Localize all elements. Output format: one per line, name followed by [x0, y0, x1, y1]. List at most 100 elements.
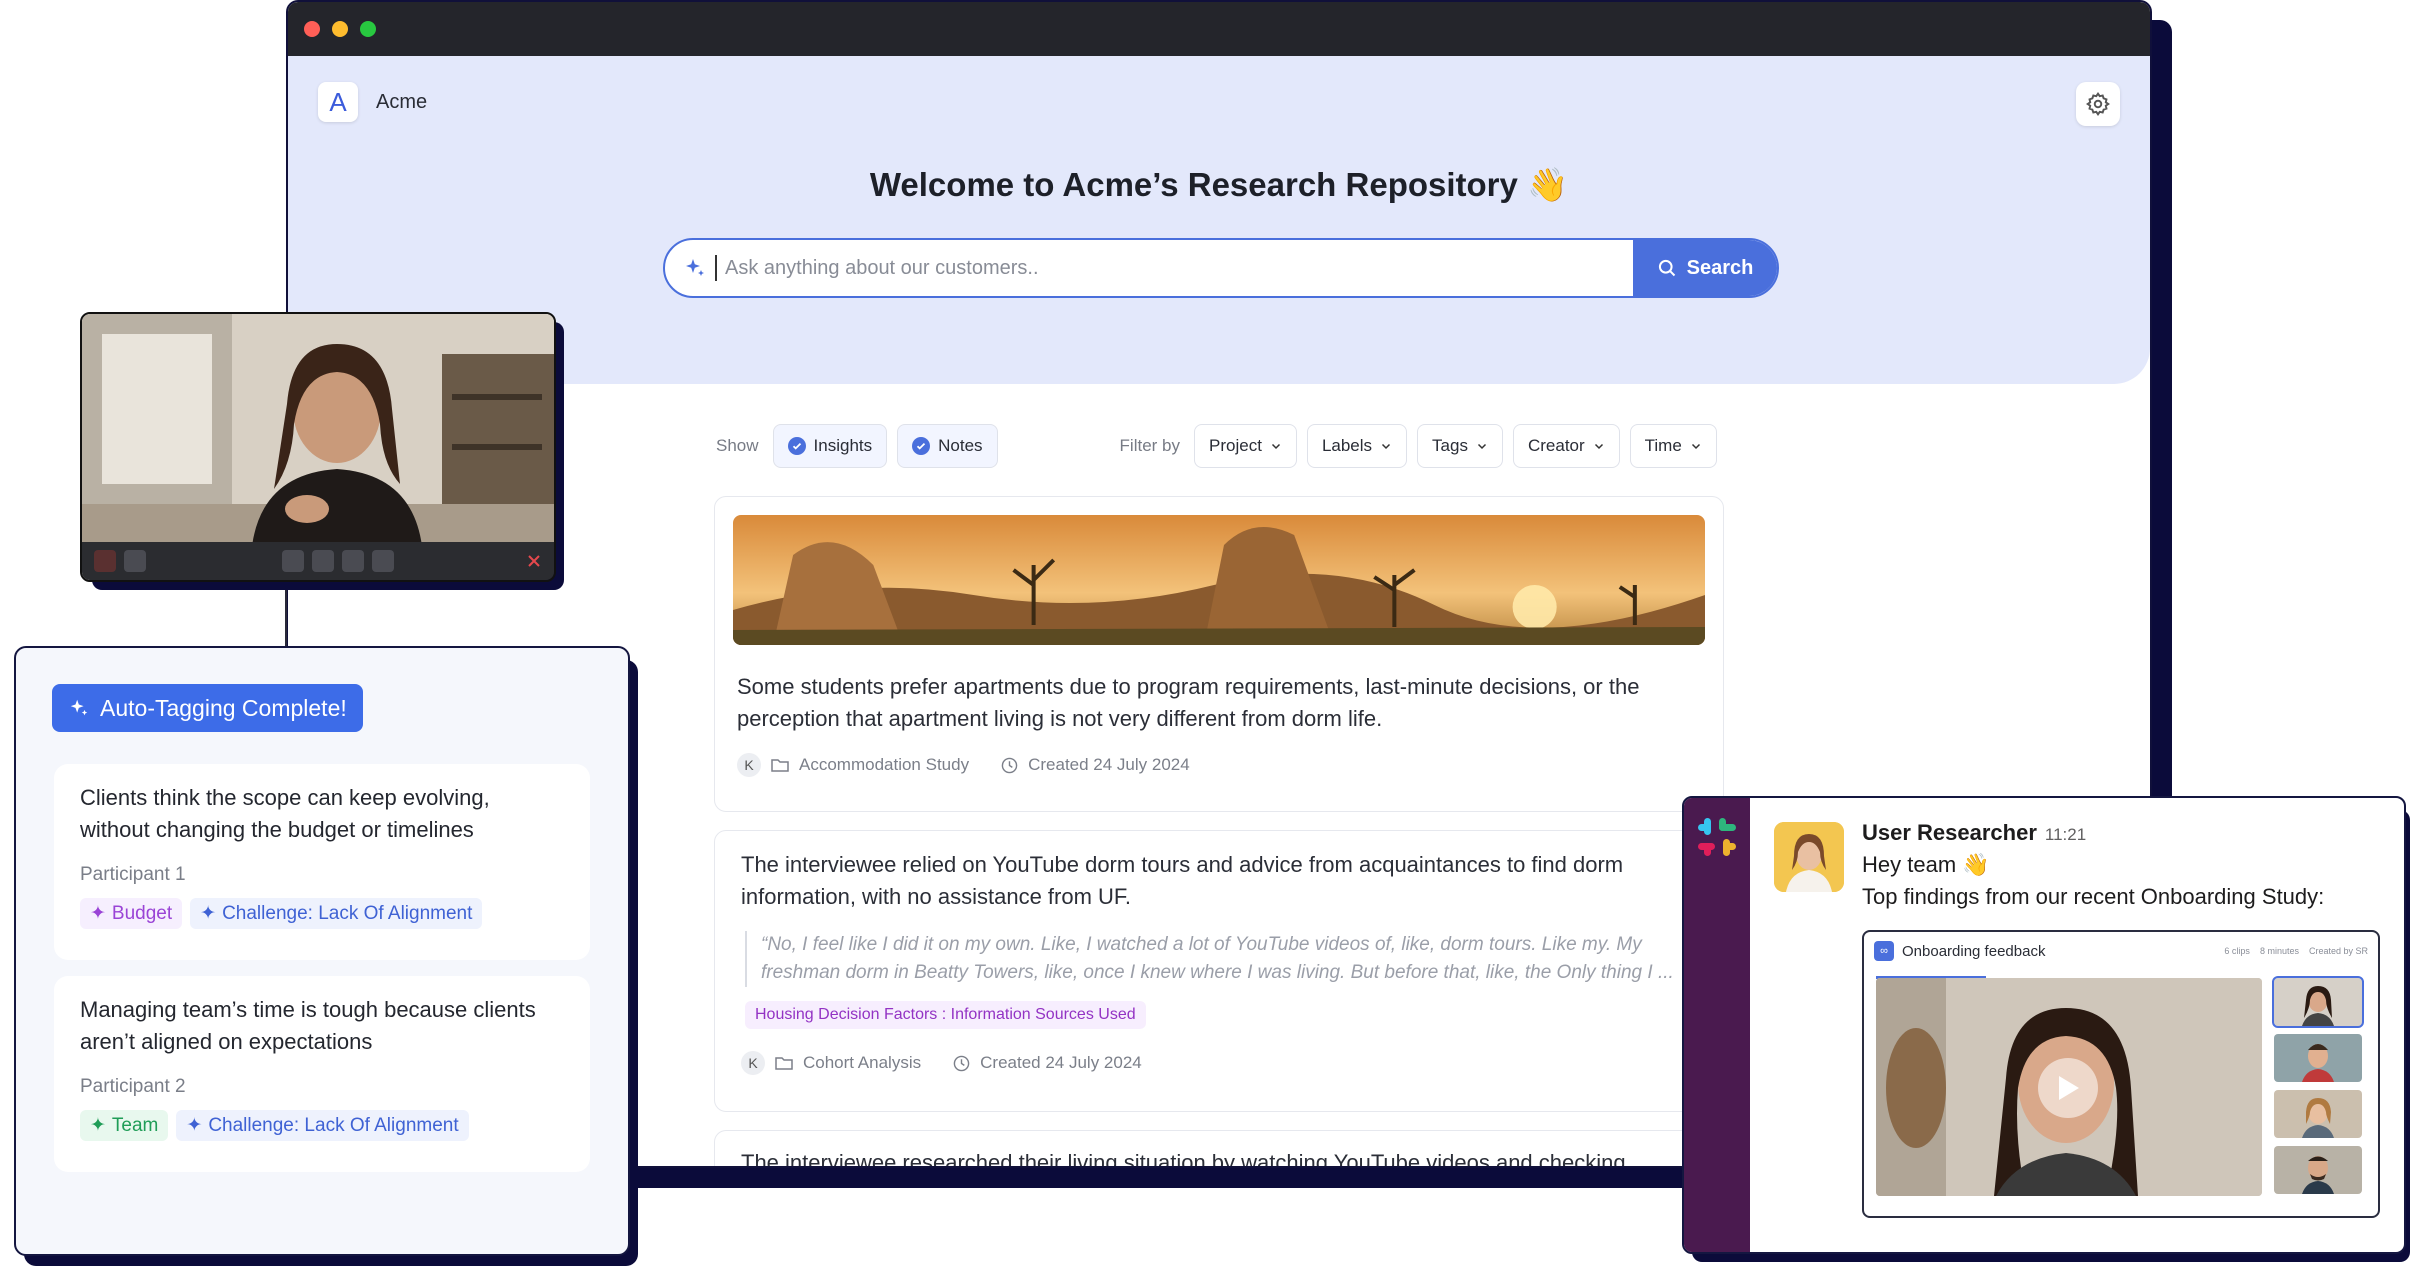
folder-icon — [771, 759, 789, 772]
created-date: Created 24 July 2024 — [980, 1053, 1142, 1072]
tagged-insight-card[interactable]: Managing team’s time is tough because cl… — [54, 976, 590, 1172]
slack-message-panel: User Researcher 11:21 Hey team 👋 Top fin… — [1682, 796, 2406, 1254]
video-embed-card[interactable]: ∞ Onboarding feedback 6 clips 8 minutes … — [1862, 930, 2380, 1218]
search-button[interactable]: Search — [1633, 240, 1777, 296]
note-quote: “No, I feel like I did it on my own. Lik… — [745, 931, 1697, 987]
avatar: K — [737, 753, 761, 777]
search-bar: Search — [663, 238, 1779, 298]
note-tag[interactable]: Housing Decision Factors : Information S… — [745, 1001, 1146, 1029]
insight-card-partial[interactable]: The interviewee researched their living … — [714, 1130, 1724, 1166]
search-button-label: Search — [1686, 256, 1754, 279]
sparkle-icon: ✦ — [200, 903, 217, 924]
insight-text: Some students prefer apartments due to p… — [737, 674, 1640, 731]
sparkle-icon: ✦ — [186, 1115, 203, 1136]
clip-thumbnail[interactable] — [2272, 976, 2364, 1028]
sparkle-icon: ✦ — [90, 903, 106, 924]
filter-by-label: Filter by — [1119, 436, 1181, 455]
embed-header: ∞ Onboarding feedback 6 clips 8 minutes … — [1864, 932, 2378, 970]
insight-text: Clients think the scope can keep evolvin… — [80, 785, 490, 842]
avatar[interactable] — [1774, 822, 1844, 892]
show-notes-toggle[interactable]: Notes — [897, 424, 998, 468]
message-author[interactable]: User Researcher — [1862, 820, 2037, 846]
filter-time-dropdown[interactable]: Time — [1629, 424, 1717, 468]
filter-labels-dropdown[interactable]: Labels — [1306, 424, 1408, 468]
clip-thumbnail[interactable] — [2274, 1090, 2362, 1138]
created-date: Created 24 July 2024 — [1028, 755, 1190, 774]
auto-tagging-label: Auto-Tagging Complete! — [100, 694, 347, 721]
project-name: Accommodation Study — [799, 755, 970, 774]
filter-tags-dropdown[interactable]: Tags — [1417, 424, 1503, 468]
clock-icon — [1001, 757, 1018, 773]
duration: 8 minutes — [2259, 946, 2299, 956]
tagged-insight-card[interactable]: Clients think the scope can keep evolvin… — [54, 764, 590, 960]
tag-list: ✦ Budget ✦ Challenge: Lack Of Alignment — [80, 898, 564, 929]
message-time[interactable]: 11:21 — [2045, 825, 2086, 845]
share-button[interactable] — [282, 550, 304, 572]
settings-button[interactable] — [2076, 82, 2120, 126]
maximize-window-button[interactable] — [360, 21, 376, 37]
close-window-button[interactable] — [304, 21, 320, 37]
sparkle-icon: ✦ — [90, 1115, 106, 1136]
filter-creator-label: Creator — [1527, 436, 1585, 455]
creator: Created by SR — [2308, 946, 2368, 956]
slack-logo-icon — [1698, 818, 1736, 856]
tag-team[interactable]: ✦ Team — [80, 1110, 169, 1141]
chevron-down-icon — [1477, 443, 1486, 450]
search-icon — [1658, 259, 1675, 277]
more-button[interactable] — [372, 550, 394, 572]
camera-button[interactable] — [124, 550, 146, 572]
participants-button[interactable] — [342, 550, 364, 572]
minimize-window-button[interactable] — [332, 21, 348, 37]
insight-text: The interviewee researched their living … — [741, 1150, 1626, 1166]
filter-creator-dropdown[interactable]: Creator — [1512, 424, 1620, 468]
chevron-down-icon — [1271, 443, 1280, 450]
tag-challenge-alignment[interactable]: ✦ Challenge: Lack Of Alignment — [176, 1110, 469, 1141]
embed-video-player[interactable] — [1876, 978, 2262, 1196]
chat-button[interactable] — [312, 550, 334, 572]
clock-icon — [953, 1055, 970, 1071]
video-controls — [82, 542, 554, 580]
message-header: User Researcher 11:21 — [1862, 820, 2086, 846]
folder-icon — [775, 1057, 793, 1070]
tag-label: Challenge: Lack Of Alignment — [208, 1114, 459, 1136]
project-name: Cohort Analysis — [803, 1053, 922, 1072]
window-titlebar — [288, 2, 2150, 56]
tag-challenge-alignment[interactable]: ✦ Challenge: Lack Of Alignment — [190, 898, 483, 929]
desert-landscape-image — [733, 515, 1705, 645]
message-text: Hey team 👋 — [1862, 852, 1990, 877]
brand[interactable]: A Acme — [318, 82, 427, 122]
insight-meta: K Accommodation Study Created 24 July 20… — [715, 753, 1723, 777]
search-input[interactable] — [715, 255, 1633, 281]
filter-labels-label: Labels — [1321, 436, 1373, 455]
tag-label: Team — [111, 1114, 159, 1136]
clip-thumbnail[interactable] — [2274, 1034, 2362, 1082]
tag-label: Budget — [111, 902, 173, 924]
filter-bar: Show Insights Notes Filter by Project La… — [716, 424, 2016, 468]
embed-meta: 6 clips 8 minutes Created by SR — [2224, 946, 2368, 956]
filter-tags-label: Tags — [1432, 436, 1468, 455]
note-card[interactable]: The interviewee relied on YouTube dorm t… — [714, 830, 1724, 1112]
filter-project-dropdown[interactable]: Project — [1194, 424, 1297, 468]
play-button[interactable] — [2038, 1058, 2098, 1118]
participant-label: Participant 2 — [80, 1076, 186, 1097]
end-call-icon[interactable] — [526, 553, 542, 569]
note-text: The interviewee relied on YouTube dorm t… — [741, 852, 1624, 909]
message-text: Top findings from our recent Onboarding … — [1862, 884, 2325, 909]
clip-thumbnail[interactable] — [2274, 1146, 2362, 1194]
show-insights-toggle[interactable]: Insights — [772, 424, 888, 468]
video-call-window[interactable] — [80, 312, 556, 582]
show-label: Show — [716, 436, 759, 455]
check-icon — [912, 437, 931, 455]
tag-budget[interactable]: ✦ Budget — [80, 898, 183, 929]
participant-label: Participant 1 — [80, 864, 186, 885]
clip-thumbnails — [2272, 976, 2364, 1194]
sparkle-icon — [683, 255, 709, 281]
filter-project-label: Project — [1209, 436, 1262, 455]
tag-label: Challenge: Lack Of Alignment — [222, 902, 473, 924]
participant-video — [82, 314, 554, 546]
insight-card[interactable]: Some students prefer apartments due to p… — [714, 496, 1724, 812]
sparkle-icon — [70, 699, 88, 716]
filter-time-label: Time — [1644, 436, 1682, 455]
show-insights-label: Insights — [813, 436, 873, 455]
mute-button[interactable] — [94, 550, 116, 572]
